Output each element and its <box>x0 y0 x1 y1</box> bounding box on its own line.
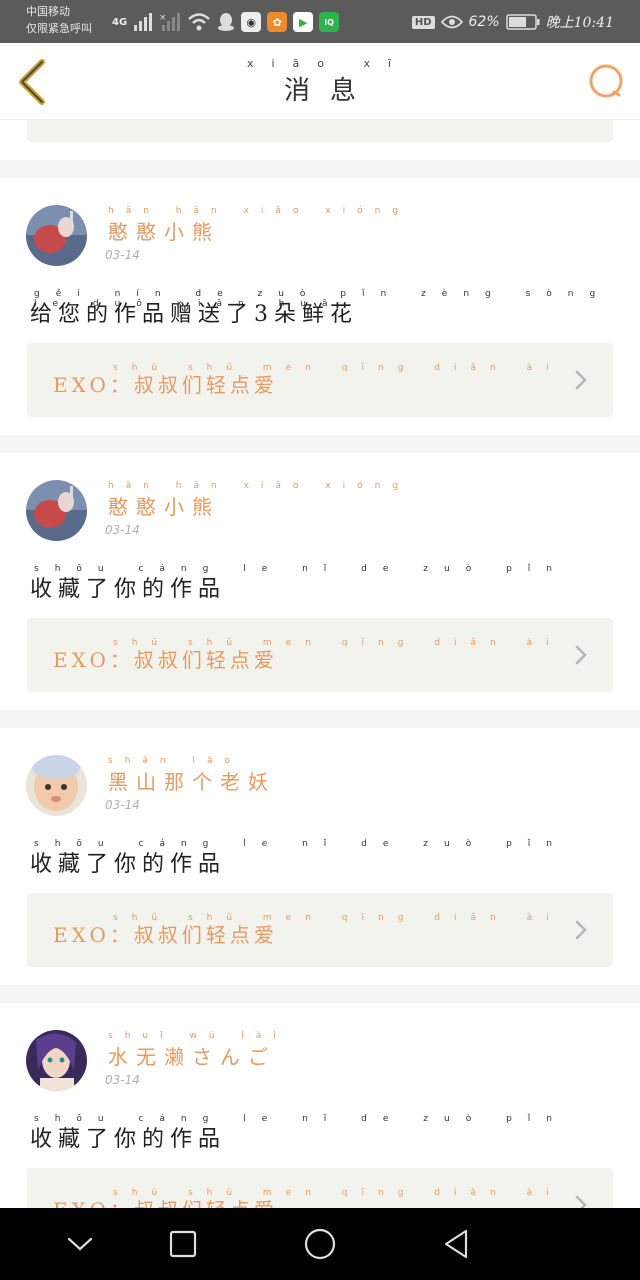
action-text: 给您的作品赠送了3朵鲜花 <box>30 302 358 327</box>
user-name[interactable]: 水无濑さんご <box>108 1041 276 1070</box>
search-icon <box>589 64 623 98</box>
battery-icon <box>505 14 540 30</box>
chevron-right-icon <box>575 920 587 940</box>
status-icons: 4G × ◉ ✿ ▶ iQ <box>112 10 340 34</box>
work-title: EXO：叔叔们轻点爱 <box>53 648 278 672</box>
status-bar: 中国移动 仅限紧急呼叫 4G × ◉ ✿ ▶ iQ HD 62% 晚上10:41 <box>0 0 640 43</box>
network-type: 4G <box>112 16 128 28</box>
no-signal-icon: × <box>159 13 181 31</box>
message-item[interactable]: hān hān xiǎo xióng 憨憨小熊 03-14 gěi nín de… <box>0 178 640 435</box>
page-title: 消息 <box>283 76 376 106</box>
work-card[interactable]: shū shū men qīng diǎn ài EXO：叔叔们轻点爱 <box>27 1168 613 1208</box>
work-card[interactable]: shū shū men qīng diǎn ài EXO：叔叔们轻点爱 <box>27 618 613 692</box>
message-item[interactable]: hān hān xiǎo xióng 憨憨小熊 03-14 shōu cáng … <box>0 453 640 710</box>
user-name[interactable]: 憨憨小熊 <box>108 491 220 520</box>
carrier-name: 中国移动 <box>26 5 70 18</box>
user-name[interactable]: 憨憨小熊 <box>108 216 220 245</box>
avatar[interactable] <box>26 755 87 816</box>
avatar[interactable] <box>26 205 87 266</box>
app-icon-2: ✿ <box>267 12 288 32</box>
recents-button[interactable] <box>165 1226 201 1262</box>
message-item[interactable]: shuǐ wú lài 水无濑さんご 03-14 shōu cáng le nǐ… <box>0 1003 640 1208</box>
video-icon: ▶ <box>293 12 314 32</box>
message-date: 03-14 <box>105 798 140 812</box>
avatar[interactable] <box>26 1030 87 1091</box>
recents-icon <box>169 1230 197 1258</box>
work-title: EXO：叔叔们轻点爱 <box>53 923 278 947</box>
emergency-only-text: 仅限紧急呼叫 <box>26 22 92 35</box>
message-item[interactable]: shān lǎo 黑山那个老妖 03-14 shōu cáng le nǐ de… <box>0 728 640 985</box>
work-card[interactable]: shū shū men qīng diǎn ài EXO：叔叔们轻点爱 <box>27 343 613 417</box>
previous-item-remnant <box>0 120 640 160</box>
status-right: HD 62% 晚上10:41 <box>411 10 614 34</box>
battery-percent: 62% <box>468 14 500 30</box>
work-title: EXO：叔叔们轻点爱 <box>53 373 278 397</box>
avatar[interactable] <box>26 480 87 541</box>
message-list[interactable]: hān hān xiǎo xióng 憨憨小熊 03-14 gěi nín de… <box>0 120 640 1208</box>
message-date: 03-14 <box>105 523 140 537</box>
collapse-icon <box>67 1237 93 1251</box>
chevron-right-icon <box>575 370 587 390</box>
carrier-info: 中国移动 仅限紧急呼叫 <box>26 3 92 37</box>
clock: 晚上10:41 <box>545 15 614 31</box>
user-name-pinyin: hān hān xiǎo xióng <box>108 206 411 216</box>
chevron-right-icon <box>575 645 587 665</box>
iqiyi-icon: iQ <box>319 12 340 32</box>
work-card[interactable]: shū shū men qīng diǎn ài EXO：叔叔们轻点爱 <box>27 893 613 967</box>
user-name[interactable]: 黑山那个老妖 <box>108 766 276 795</box>
action-text: 收藏了你的作品 <box>30 1127 227 1152</box>
wifi-icon <box>188 13 211 31</box>
user-name-pinyin: shuǐ wú lài <box>108 1031 288 1041</box>
eye-icon <box>440 15 463 29</box>
action-text: 收藏了你的作品 <box>30 577 227 602</box>
signal-icon <box>134 13 153 31</box>
home-button[interactable] <box>302 1226 338 1262</box>
system-nav-bar <box>0 1208 640 1280</box>
page-title-pinyin: xiāo xī <box>246 57 410 70</box>
hd-badge: HD <box>411 15 435 29</box>
nav-back-button[interactable] <box>438 1226 474 1262</box>
svg-text:×: × <box>159 13 167 23</box>
user-name-pinyin: shān lǎo <box>108 756 242 766</box>
work-title: EXO：叔叔们轻点爱 <box>53 1194 278 1208</box>
action-text: 收藏了你的作品 <box>30 852 227 877</box>
collapse-button[interactable] <box>62 1226 98 1262</box>
app-icon-1: ◉ <box>241 12 262 32</box>
home-icon <box>304 1228 336 1260</box>
message-date: 03-14 <box>105 1073 140 1087</box>
message-date: 03-14 <box>105 248 140 262</box>
qq-icon <box>218 13 235 31</box>
chevron-right-icon <box>575 1195 587 1208</box>
back-icon <box>444 1229 468 1259</box>
work-card-remnant[interactable] <box>27 120 613 142</box>
header: xiāo xī 消息 <box>0 43 640 120</box>
user-name-pinyin: hān hān xiǎo xióng <box>108 481 411 491</box>
page-title-wrap: xiāo xī 消息 <box>0 57 640 107</box>
search-button[interactable] <box>588 63 626 101</box>
